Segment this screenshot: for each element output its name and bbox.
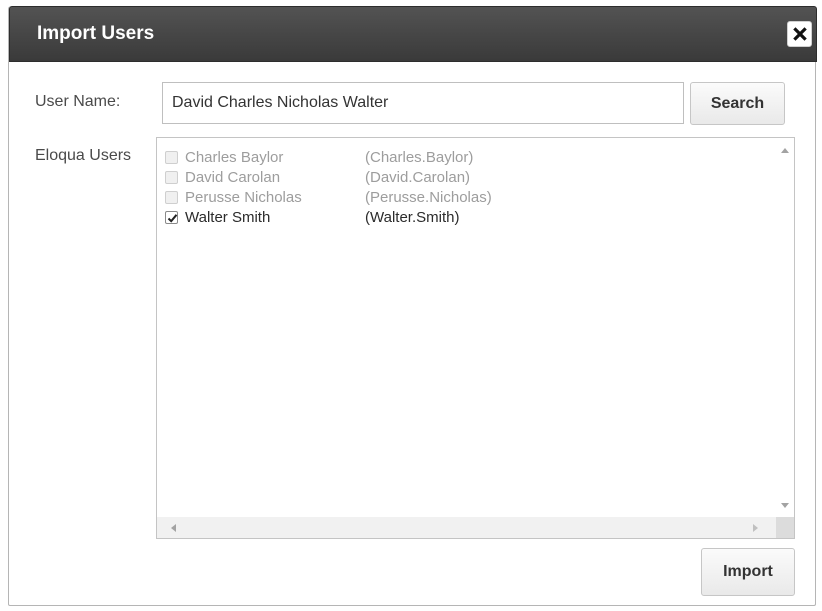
user-login: (Perusse.Nicholas): [365, 189, 492, 206]
close-button[interactable]: [787, 21, 812, 47]
users-listbox[interactable]: Charles Baylor (Charles.Baylor) David Ca…: [156, 137, 795, 539]
user-login: (Charles.Baylor): [365, 149, 474, 166]
scroll-right-arrow-icon[interactable]: [753, 524, 758, 532]
scroll-left-arrow-icon[interactable]: [171, 524, 176, 532]
checkmark-icon: [167, 214, 178, 223]
eloqua-users-label: Eloqua Users: [35, 147, 132, 164]
scroll-down-arrow-icon[interactable]: [781, 503, 789, 508]
user-checkbox: [165, 151, 178, 164]
user-checkbox[interactable]: [165, 211, 178, 224]
horizontal-scrollbar[interactable]: [157, 517, 776, 538]
user-checkbox: [165, 171, 178, 184]
list-item: David Carolan (David.Carolan): [165, 168, 765, 188]
list-item: Charles Baylor (Charles.Baylor): [165, 148, 765, 168]
close-icon: [792, 27, 807, 41]
user-checkbox: [165, 191, 178, 204]
user-name: Perusse Nicholas: [185, 189, 302, 206]
vertical-scrollbar[interactable]: [776, 138, 794, 518]
scrollbar-corner: [776, 517, 794, 538]
username-input[interactable]: [162, 82, 684, 124]
search-button[interactable]: Search: [690, 82, 785, 125]
dialog-title: Import Users: [37, 23, 155, 44]
user-name: Walter Smith: [185, 209, 271, 226]
dialog-titlebar: Import Users: [9, 6, 817, 62]
user-name: Charles Baylor: [185, 149, 284, 166]
import-users-dialog: Import Users User Name: Search Eloqua Us…: [8, 6, 817, 606]
scroll-up-arrow-icon[interactable]: [781, 148, 789, 153]
list-item: Perusse Nicholas (Perusse.Nicholas): [165, 188, 765, 208]
list-item[interactable]: Walter Smith (Walter.Smith): [165, 208, 765, 228]
user-login: (Walter.Smith): [365, 209, 460, 226]
user-name: David Carolan: [185, 169, 281, 186]
username-label: User Name:: [35, 93, 121, 110]
user-login: (David.Carolan): [365, 169, 471, 186]
import-button[interactable]: Import: [701, 548, 795, 596]
